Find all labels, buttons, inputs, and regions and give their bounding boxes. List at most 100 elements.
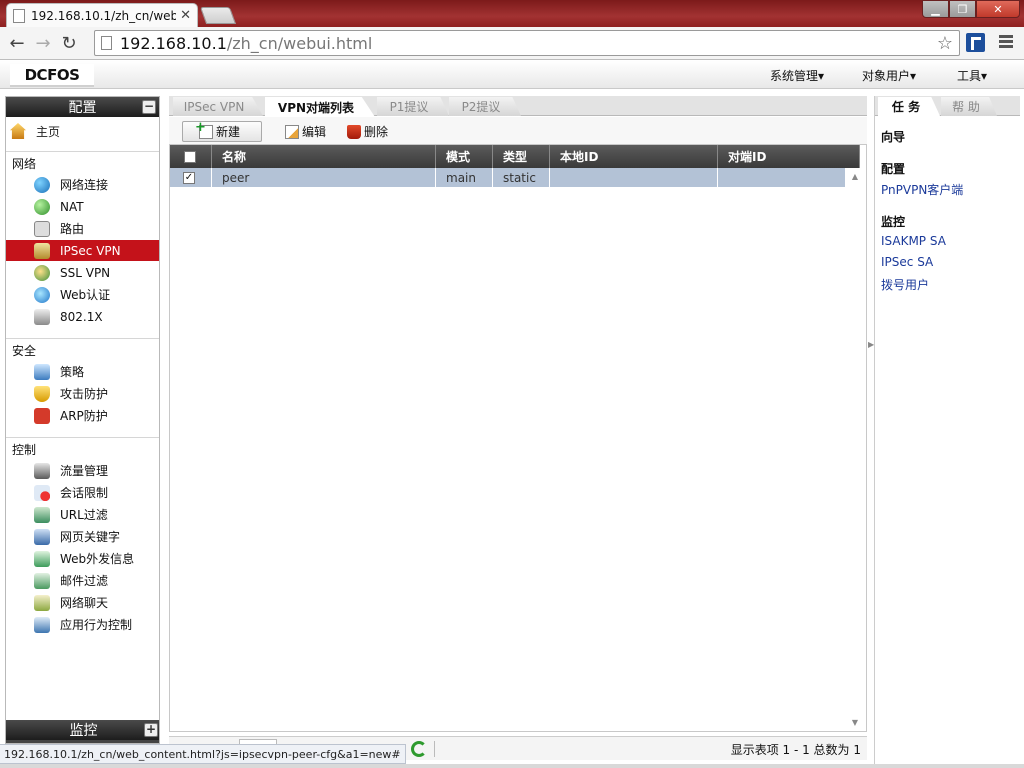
column-header-type[interactable]: 类型 (493, 145, 550, 168)
sidebar-item-label: 应用行为控制 (60, 618, 133, 632)
url-path: /zh_cn/webui.html (226, 33, 373, 53)
policy-icon (34, 363, 50, 380)
shield-icon (34, 385, 50, 402)
column-header-mode[interactable]: 模式 (436, 145, 493, 168)
scroll-down-icon[interactable]: ▼ (852, 718, 858, 727)
sidebar-header-monitor[interactable]: 监控 + (6, 720, 159, 740)
sidebar-item-home[interactable]: 主页 (6, 121, 159, 141)
globe-icon (34, 176, 50, 193)
sidebar-item-ssl-vpn[interactable]: SSL VPN (6, 262, 159, 283)
link-isakmp-sa[interactable]: ISAKMP SA (881, 234, 946, 248)
traffic-icon (34, 462, 50, 479)
close-tab-icon[interactable]: ✕ (180, 8, 191, 23)
section-config: 配置 (881, 162, 906, 176)
nat-icon (34, 198, 50, 215)
close-window-icon[interactable]: ✕ (976, 0, 1020, 18)
sidebar-item-attack-defense[interactable]: 攻击防护 (6, 383, 159, 404)
sidebar-item-web-outbound[interactable]: Web外发信息 (6, 548, 159, 569)
tab-vpn-peer-list[interactable]: VPN对端列表 (265, 97, 375, 117)
browser-title-bar: 192.168.10.1/zh_cn/web ✕ ▁ ❐ ✕ (0, 0, 1024, 27)
new-tab-button[interactable] (199, 7, 237, 24)
link-ipsec-sa[interactable]: IPSec SA (881, 255, 933, 269)
row-checkbox[interactable]: ✓ (183, 171, 195, 184)
record-count: 显示表项 1 - 1 总数为 1 (730, 742, 861, 757)
8021x-icon (34, 308, 50, 325)
address-bar[interactable]: 192.168.10.1/zh_cn/webui.html ☆ (94, 30, 960, 56)
back-icon[interactable]: ← (4, 30, 30, 56)
ssl-vpn-icon (34, 264, 50, 281)
browser-menu-icon[interactable] (999, 35, 1013, 50)
bookmark-star-icon[interactable]: ☆ (937, 33, 953, 54)
sidebar-item-web-auth[interactable]: Web认证 (6, 284, 159, 305)
sidebar-item-session-limit[interactable]: 会话限制 (6, 482, 159, 503)
sidebar-item-app-control[interactable]: 应用行为控制 (6, 614, 159, 635)
group-title-control: 控制 (12, 443, 37, 457)
sidebar-item-mail-filter[interactable]: 邮件过滤 (6, 570, 159, 591)
select-all-checkbox[interactable] (184, 150, 196, 163)
tab-p2-proposal[interactable]: P2提议 (449, 97, 521, 116)
sidebar-item-label: 网页关键字 (60, 530, 121, 544)
edit-button[interactable]: 编辑 (285, 121, 326, 142)
forward-icon[interactable]: → (30, 30, 56, 56)
sidebar: 配置 − 主页 网络 网络连接 NAT 路由 IPSec VPN SSL VPN… (5, 96, 160, 744)
minimize-icon[interactable]: ▁ (922, 0, 949, 18)
ipsec-vpn-icon (34, 242, 50, 259)
delete-button[interactable]: 删除 (347, 121, 388, 142)
browser-status-url: 192.168.10.1/zh_cn/web_content.html?js=i… (0, 744, 406, 764)
cell-mode: main (436, 168, 493, 187)
table-header: 名称 模式 类型 本地ID 对端ID (170, 145, 860, 168)
column-header-name[interactable]: 名称 (212, 145, 436, 168)
sidebar-item-ipsec-vpn[interactable]: IPSec VPN (6, 240, 159, 261)
cell-name: peer (212, 168, 436, 187)
main-content: IPSec VPN VPN对端列表 P1提议 P2提议 新建 编辑 删除 名称 … (169, 96, 867, 764)
link-dialup-users[interactable]: 拨号用户 (881, 276, 929, 293)
sidebar-item-network-chat[interactable]: 网络聊天 (6, 592, 159, 613)
sidebar-item-label: 攻击防护 (60, 387, 109, 401)
extension-icon[interactable] (966, 33, 985, 52)
column-header-local-id[interactable]: 本地ID (550, 145, 718, 168)
sidebar-item-label: NAT (60, 199, 84, 214)
refresh-icon[interactable] (411, 741, 427, 757)
chat-icon (34, 594, 50, 611)
content-tabbar: IPSec VPN VPN对端列表 P1提议 P2提议 (169, 96, 867, 117)
arp-icon (34, 407, 50, 424)
sidebar-item-8021x[interactable]: 802.1X (6, 306, 159, 327)
collapse-icon[interactable]: − (142, 100, 156, 114)
menu-object-users[interactable]: 对象用户▾ (862, 61, 916, 89)
sidebar-title: 监控 (69, 723, 98, 739)
sidebar-item-label: SSL VPN (60, 265, 111, 280)
scroll-up-icon[interactable]: ▲ (852, 172, 858, 181)
menu-system-management[interactable]: 系统管理▾ (770, 61, 824, 89)
cell-peer-id (718, 168, 846, 187)
expand-icon[interactable]: + (144, 723, 158, 737)
sidebar-item-policy[interactable]: 策略 (6, 361, 159, 382)
sidebar-item-nat[interactable]: NAT (6, 196, 159, 217)
sidebar-item-label: 主页 (36, 124, 61, 139)
menu-tools[interactable]: 工具▾ (957, 61, 987, 89)
maximize-icon[interactable]: ❐ (949, 0, 976, 18)
right-tabbar: 任 务 帮 助 (875, 96, 1020, 116)
tab-p1-proposal[interactable]: P1提议 (377, 97, 449, 116)
new-button[interactable]: 新建 (182, 120, 262, 142)
table-row[interactable]: ✓ peer main static (170, 168, 846, 187)
divider (434, 741, 435, 757)
tab-help[interactable]: 帮 助 (941, 97, 997, 116)
reload-icon[interactable]: ↻ (56, 30, 82, 56)
edit-icon (285, 124, 299, 139)
tab-ipsec-vpn[interactable]: IPSec VPN (173, 97, 263, 116)
sidebar-item-traffic-management[interactable]: 流量管理 (6, 460, 159, 481)
sidebar-title: 配置 (68, 100, 97, 116)
browser-tab[interactable]: 192.168.10.1/zh_cn/web ✕ (6, 3, 198, 27)
link-pnpvpn-client[interactable]: PnPVPN客户端 (881, 181, 963, 198)
sidebar-item-web-keyword[interactable]: 网页关键字 (6, 526, 159, 547)
menu-label: 对象用户▾ (862, 68, 917, 83)
sidebar-item-arp-defense[interactable]: ARP防护 (6, 405, 159, 426)
sidebar-item-url-filter[interactable]: URL过滤 (6, 504, 159, 525)
peer-table: 名称 模式 类型 本地ID 对端ID ✓ peer main static ▲ … (169, 144, 867, 732)
column-header-peer-id[interactable]: 对端ID (718, 145, 860, 168)
tab-tasks[interactable]: 任 务 (878, 97, 940, 116)
sidebar-item-network-connection[interactable]: 网络连接 (6, 174, 159, 195)
button-label: 删除 (364, 125, 389, 139)
home-icon (10, 123, 26, 139)
sidebar-item-route[interactable]: 路由 (6, 218, 159, 239)
